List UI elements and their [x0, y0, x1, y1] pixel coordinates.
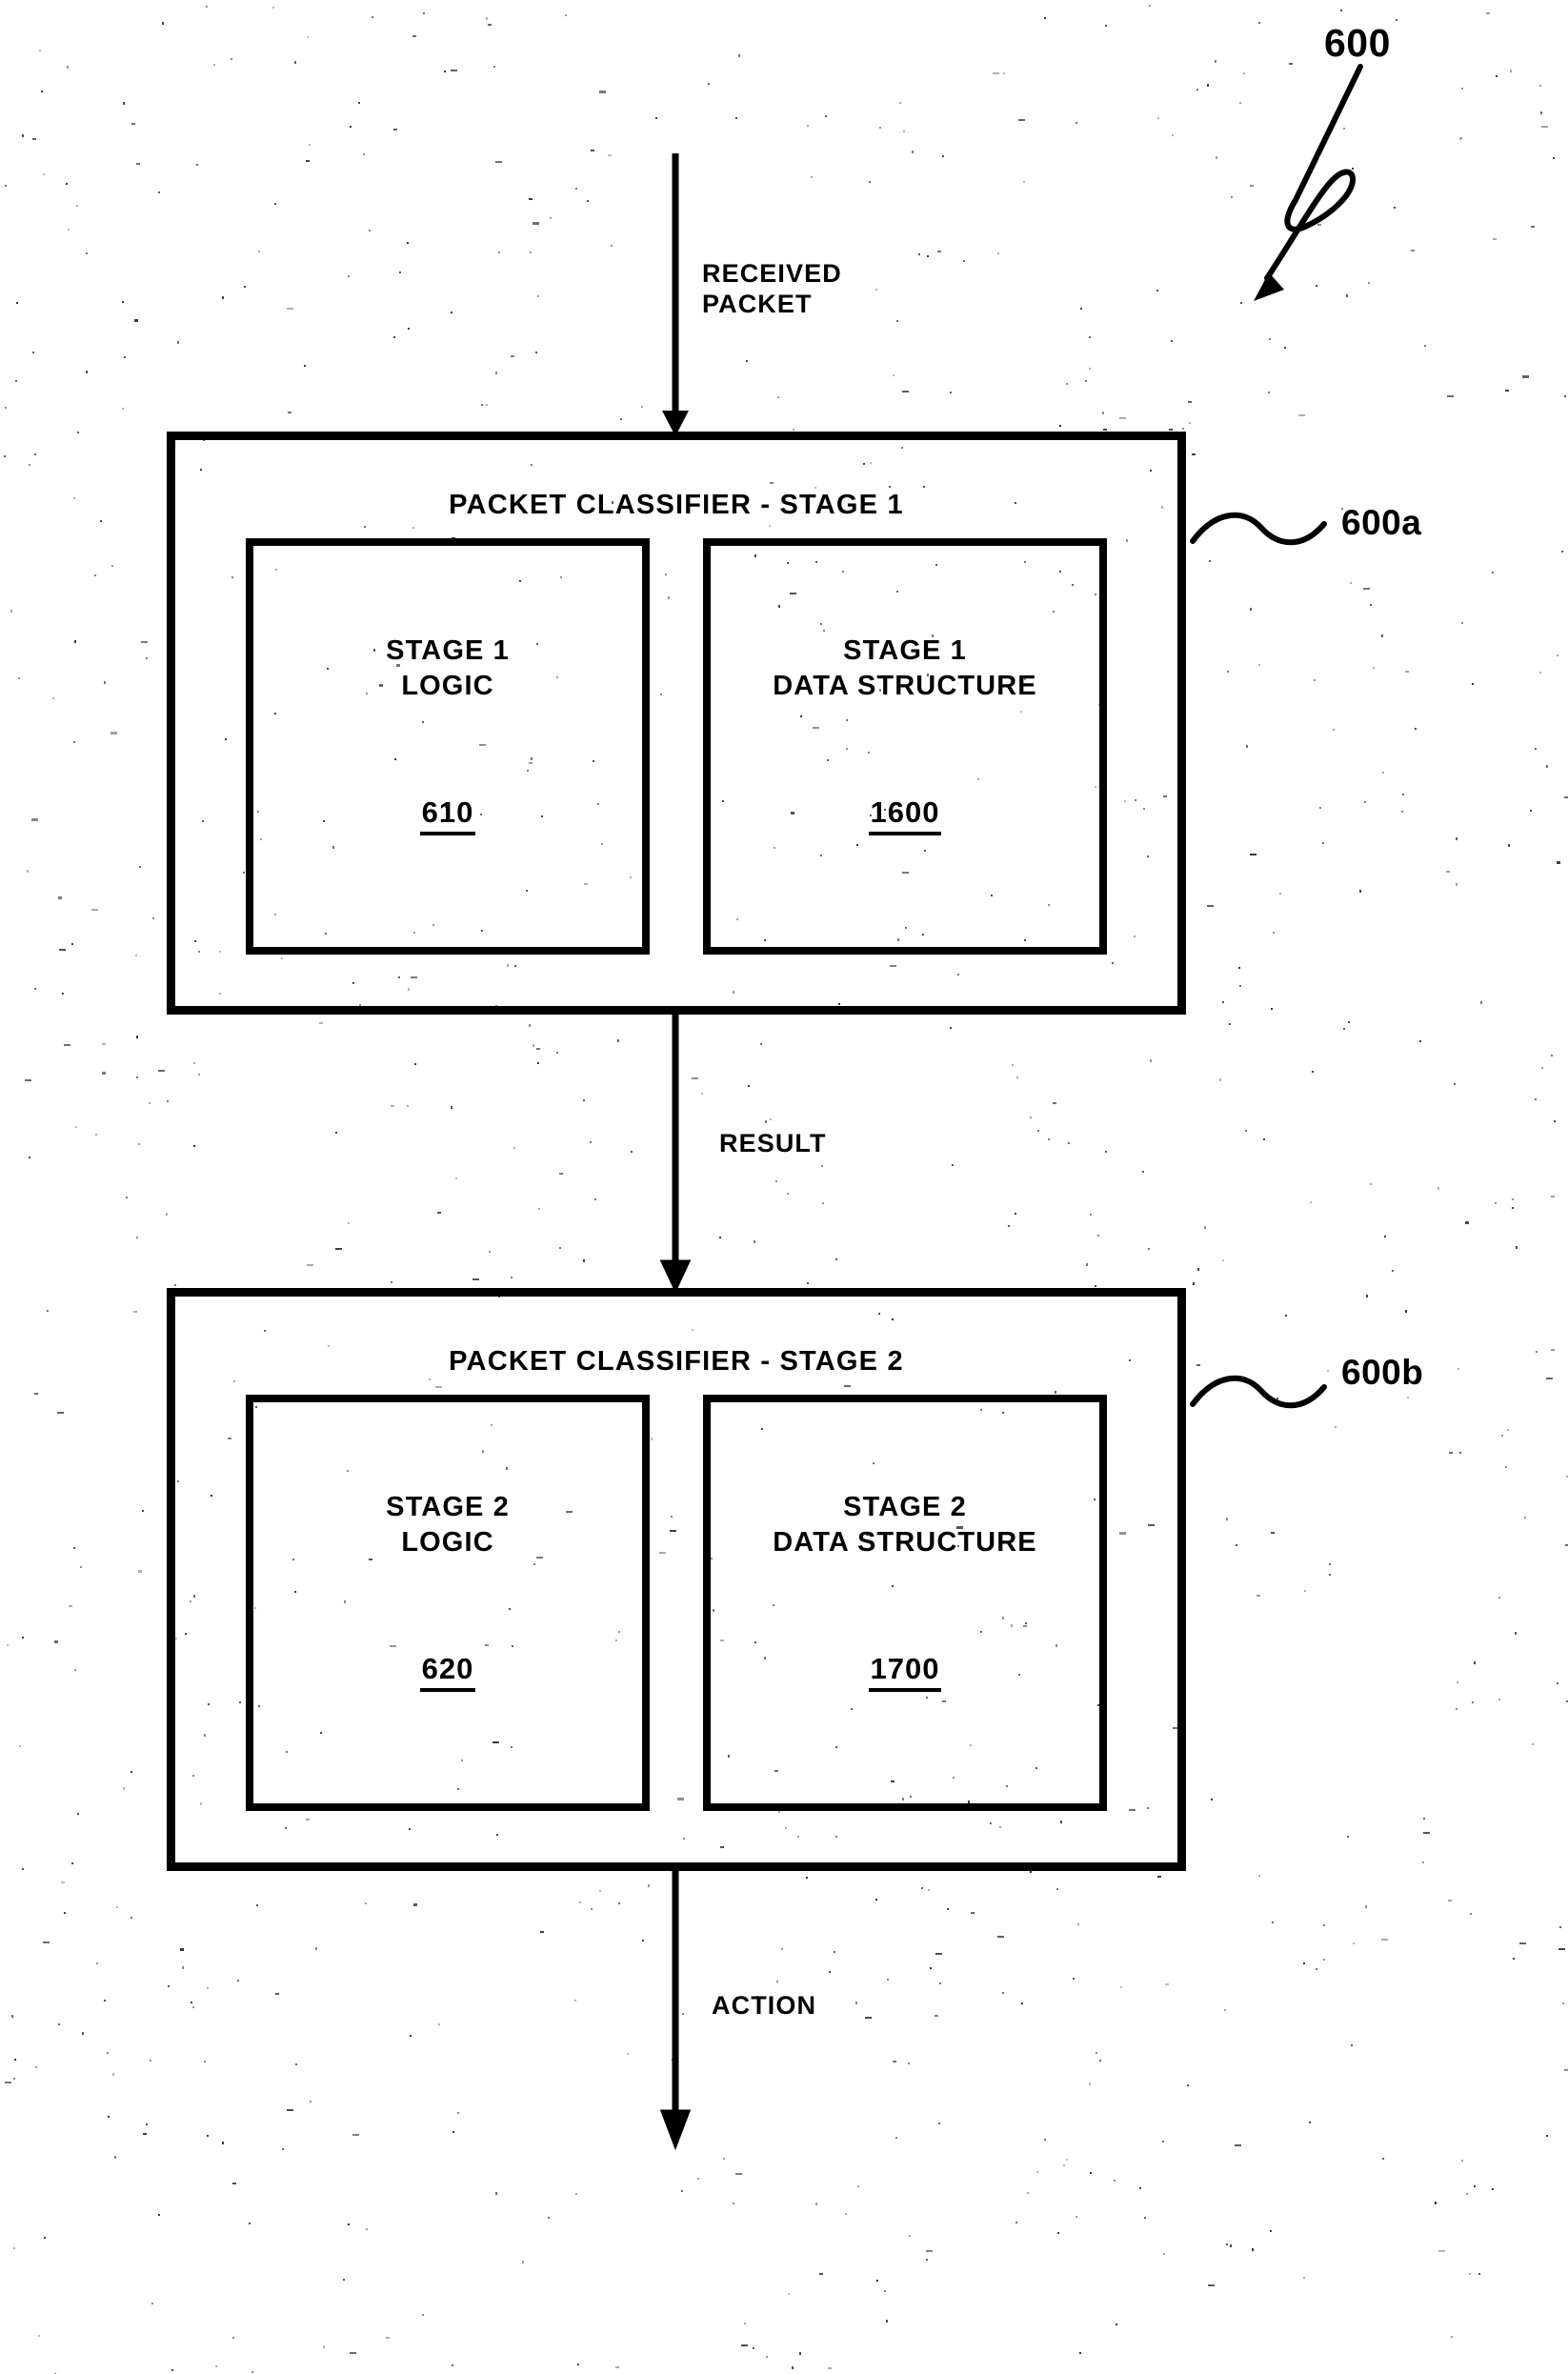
- packet-classifier-stage-2: PACKET CLASSIFIER - STAGE 2 STAGE 2 LOGI…: [167, 1288, 1186, 1871]
- stage-2-logic-reference: 620: [253, 1652, 642, 1692]
- stage-1-logic-title: STAGE 1 LOGIC: [386, 635, 510, 701]
- action-label: ACTION: [712, 1991, 817, 2020]
- stage-2-data-structure-block: STAGE 2 DATA STRUCTURE 1700: [703, 1395, 1107, 1811]
- stage-1-logic-block: STAGE 1 LOGIC 610: [246, 538, 650, 955]
- stage-2-data-structure-title: STAGE 2 DATA STRUCTURE: [773, 1492, 1037, 1558]
- classifier-stage-1-blocks: STAGE 1 LOGIC 610 STAGE 1 DATA STRUCTURE…: [246, 538, 1107, 955]
- result-label: RESULT: [719, 1129, 827, 1157]
- patent-figure-page: 600 RECEIVED PACKET PACKET CLASSIFIER - …: [0, 0, 1568, 2374]
- stage-2-side-reference: 600b: [1341, 1353, 1424, 1392]
- received-packet-arrow-icon: [662, 153, 689, 436]
- figure-leader-arrow-icon: [1254, 64, 1363, 301]
- stage-2-data-structure-reference: 1700: [711, 1652, 1099, 1692]
- stage-1-data-structure-block: STAGE 1 DATA STRUCTURE 1600: [703, 538, 1107, 955]
- result-arrow-icon: [659, 1010, 692, 1294]
- stage-1-data-structure-reference: 1600: [711, 795, 1099, 835]
- stage-1-data-structure-title: STAGE 1 DATA STRUCTURE: [773, 635, 1037, 701]
- stage-2-leader-line-icon: [1190, 1375, 1327, 1409]
- stage-2-logic-block: STAGE 2 LOGIC 620: [246, 1395, 650, 1811]
- stage-1-leader-line-icon: [1190, 512, 1327, 546]
- classifier-stage-2-title: PACKET CLASSIFIER - STAGE 2: [449, 1346, 904, 1377]
- action-arrow-icon: [659, 1867, 692, 2151]
- stage-2-logic-title: STAGE 2 LOGIC: [386, 1492, 510, 1558]
- stage-1-logic-reference: 610: [253, 795, 642, 835]
- classifier-stage-2-blocks: STAGE 2 LOGIC 620 STAGE 2 DATA STRUCTURE…: [246, 1395, 1107, 1811]
- packet-classifier-stage-1: PACKET CLASSIFIER - STAGE 1 STAGE 1 LOGI…: [167, 432, 1186, 1015]
- stage-1-side-reference: 600a: [1341, 503, 1422, 542]
- classifier-stage-1-title: PACKET CLASSIFIER - STAGE 1: [449, 490, 904, 520]
- received-packet-label: RECEIVED PACKET: [702, 259, 842, 318]
